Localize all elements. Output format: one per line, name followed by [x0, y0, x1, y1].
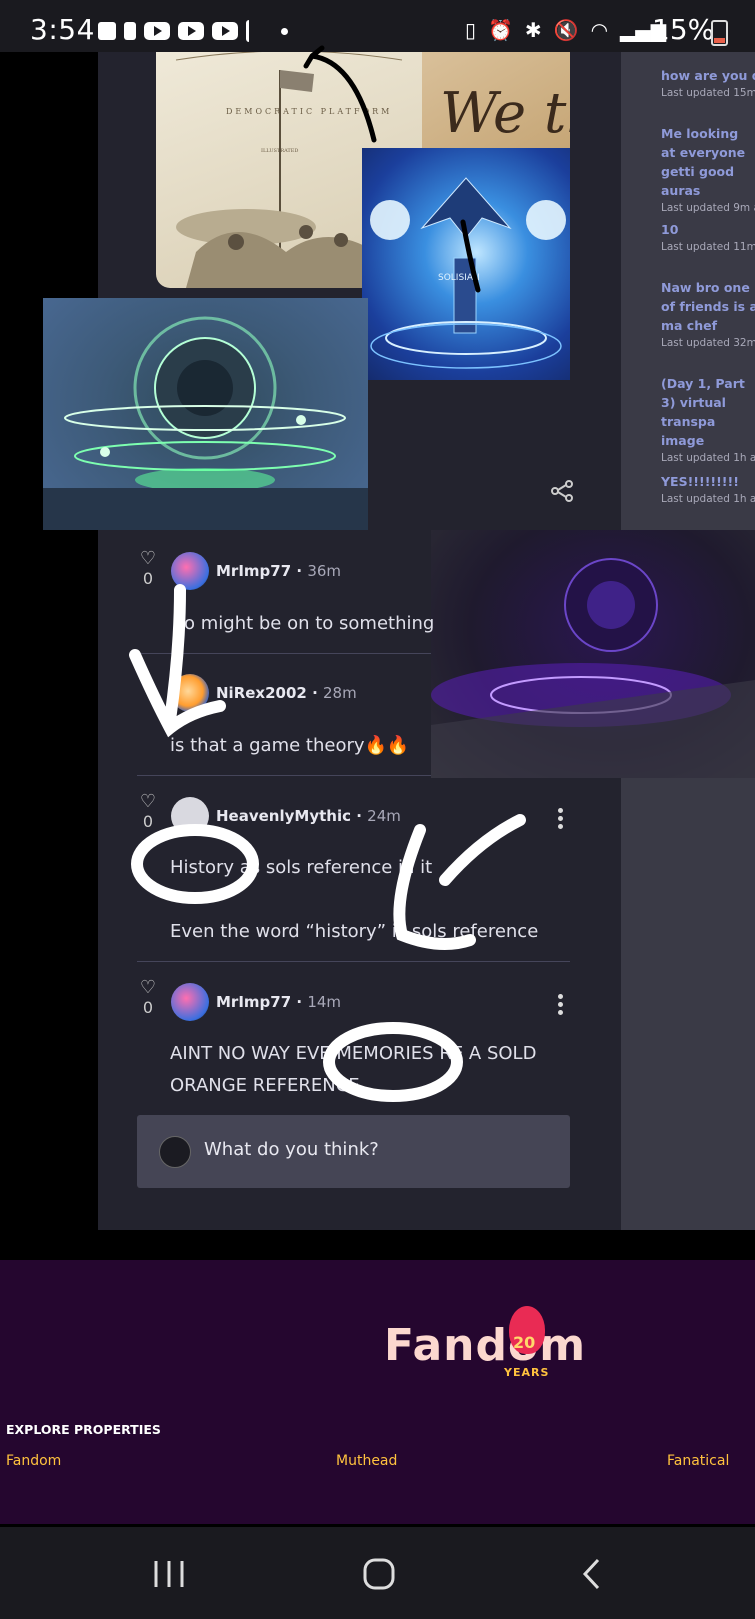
like-count: 0: [142, 812, 154, 831]
platform-title: DEMOCRATIC PLATFORM: [226, 107, 392, 116]
divider: [137, 775, 431, 776]
comment-input[interactable]: What do you think?: [137, 1115, 570, 1188]
sidebar-item[interactable]: 10 Last updated 11m: [661, 220, 755, 255]
avatar[interactable]: [171, 983, 209, 1021]
comment-text: Even the word “history” is sols referenc…: [170, 921, 539, 942]
comment-text: AINT NO WAY EVE MEMORIES RE A SOLD: [170, 1043, 537, 1064]
video-call-icon: [98, 22, 116, 40]
alert-icon: [124, 22, 136, 40]
footer-link-fanatical[interactable]: Fanatical: [667, 1453, 729, 1469]
comment-author[interactable]: MrImp77 · 14m: [216, 993, 341, 1011]
sidebar-item[interactable]: (Day 1, Part 3) virtual transpa image La…: [661, 374, 755, 466]
bluetooth-icon: ✱: [524, 18, 542, 42]
comment-text: ORANGE REFERENCE: [170, 1075, 360, 1096]
battery-percent: 15%: [652, 13, 715, 46]
more-options-icon[interactable]: [558, 805, 564, 832]
comment-username[interactable]: MrImp77: [216, 993, 291, 1011]
like-button[interactable]: ♡ 0: [136, 548, 160, 588]
sidebar-item-title[interactable]: YES!!!!!!!!!: [661, 472, 755, 491]
clock: 3:54: [30, 13, 95, 46]
comment-text: History as sols reference in it: [170, 857, 433, 878]
wifi-icon: ◠: [590, 18, 609, 42]
heart-icon[interactable]: ♡: [136, 977, 160, 998]
related-posts-sidebar: how are you do Last updated 15m Me looki…: [621, 52, 755, 530]
comment-text: is that a game theory🔥🔥: [170, 735, 410, 756]
footer-link-fandom[interactable]: Fandom: [6, 1453, 61, 1469]
android-nav-bar: [0, 1527, 755, 1619]
sidebar-item-title[interactable]: (Day 1, Part 3) virtual transpa image: [661, 374, 755, 450]
comment-text: o might be on to something: [184, 613, 435, 634]
site-footer: [0, 1260, 755, 1524]
more-options-icon[interactable]: [558, 991, 564, 1018]
comment-author[interactable]: MrImp77 · 36m: [216, 562, 341, 580]
sidebar-item-meta: Last updated 11m: [661, 241, 755, 253]
logo-anniversary-number: 20: [513, 1333, 536, 1352]
sidebar-item-meta: Last updated 1h a: [661, 493, 755, 505]
sidebar-item[interactable]: Me looking at everyone getti good auras …: [661, 124, 755, 216]
youtube-icon: [178, 22, 204, 40]
like-count: 0: [142, 998, 154, 1017]
sidebar-item[interactable]: how are you do Last updated 15m: [661, 66, 755, 101]
sidebar-item-meta: Last updated 15m: [661, 87, 755, 99]
sidebar-item-title[interactable]: Naw bro one of friends is a ma chef: [661, 278, 755, 335]
home-icon[interactable]: [362, 1557, 396, 1591]
blue-aura-image: SOLISIAN: [362, 148, 570, 380]
battery-icon: [711, 20, 728, 46]
dot-icon: [281, 27, 288, 35]
back-icon[interactable]: [580, 1557, 604, 1591]
comment-username[interactable]: MrImp77: [216, 562, 291, 580]
comment-time: 28m: [323, 684, 357, 702]
alarm-icon: ⏰: [488, 18, 513, 42]
user-avatar: [159, 1136, 191, 1168]
sidebar-item-title[interactable]: how are you do: [661, 66, 755, 85]
like-button[interactable]: ♡ 0: [136, 791, 160, 831]
blue-aura-label: SOLISIAN: [438, 273, 480, 283]
share-icon[interactable]: [551, 480, 573, 502]
constitution-image: We the Peo: [422, 52, 570, 148]
like-count: 0: [142, 569, 154, 588]
avatar[interactable]: [171, 797, 209, 835]
sidebar-item-meta: Last updated 1h a: [661, 452, 755, 464]
recent-apps-icon[interactable]: [152, 1557, 186, 1591]
sidebar-item[interactable]: Naw bro one of friends is a ma chef Last…: [661, 278, 755, 351]
avatar[interactable]: [171, 552, 209, 590]
comment-username[interactable]: NiRex2002: [216, 684, 307, 702]
comment-input-placeholder[interactable]: What do you think?: [204, 1139, 379, 1160]
status-bar: 3:54 ▯ ⏰ ✱ 🔇 ◠ ▂▄▆ 15%: [0, 0, 755, 52]
fandom-logo[interactable]: Fandom: [384, 1320, 586, 1371]
comment-author[interactable]: HeavenlyMythic · 24m: [216, 807, 401, 825]
divider: [137, 653, 431, 654]
comment-author[interactable]: NiRex2002 · 28m: [216, 684, 357, 702]
sidebar-item-meta: Last updated 32m: [661, 337, 755, 349]
youtube-icon: [212, 22, 238, 40]
sidebar-lower: [621, 778, 755, 1230]
comment-time: 24m: [367, 807, 401, 825]
sidebar-item-title[interactable]: Me looking at everyone getti good auras: [661, 124, 755, 200]
comment-time: 14m: [307, 993, 342, 1011]
comment-time: 36m: [307, 562, 342, 580]
mute-icon: 🔇: [553, 18, 579, 42]
heart-icon[interactable]: ♡: [136, 791, 160, 812]
sidebar-item-title[interactable]: 10: [661, 220, 755, 239]
battery-saver-icon: ▯: [465, 18, 477, 42]
avatar[interactable]: [171, 674, 209, 712]
green-aura-image: [43, 298, 368, 530]
sidebar-item-meta: Last updated 9m a: [661, 202, 755, 214]
divider: [137, 961, 570, 962]
constitution-text: We the Peo: [440, 81, 570, 146]
youtube-icon: [144, 22, 170, 40]
footer-link-muthead[interactable]: Muthead: [336, 1453, 397, 1469]
gesture-icon: [246, 20, 263, 42]
logo-years: YEARS: [504, 1366, 550, 1379]
heart-icon[interactable]: ♡: [136, 548, 160, 569]
system-icons: ▯ ⏰ ✱ 🔇 ◠ ▂▄▆: [465, 18, 666, 42]
purple-aura-image: [431, 530, 755, 778]
notification-icons: [98, 20, 288, 42]
explore-properties-heading: EXPLORE PROPERTIES: [6, 1422, 161, 1437]
comment-username[interactable]: HeavenlyMythic: [216, 807, 351, 825]
sidebar-item[interactable]: YES!!!!!!!!! Last updated 1h a: [661, 472, 755, 507]
like-button[interactable]: ♡ 0: [136, 977, 160, 1017]
